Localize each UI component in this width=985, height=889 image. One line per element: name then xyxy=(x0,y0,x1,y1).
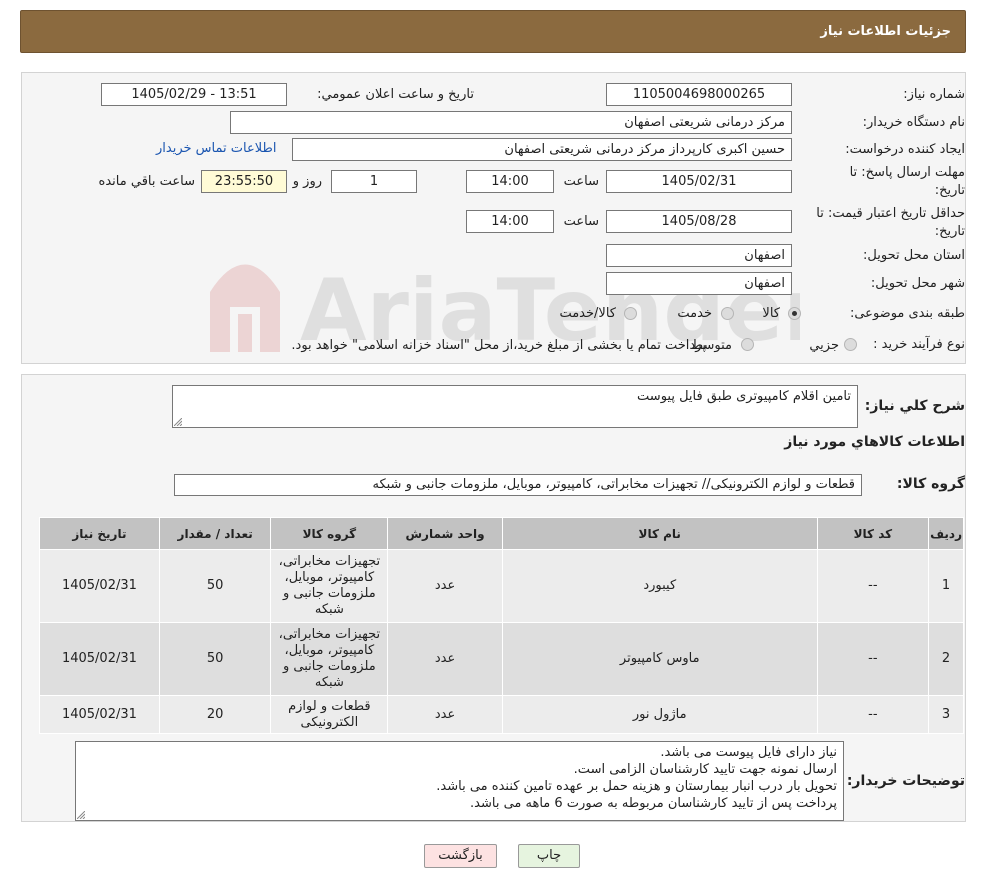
cell-need-date: 1405/02/31 xyxy=(39,549,160,623)
goods-group-label: گروه کالا: xyxy=(896,476,965,492)
category-option-goods: کالا xyxy=(762,306,780,321)
process-radio-medium[interactable] xyxy=(741,338,754,351)
buyer-notes-field[interactable]: نیاز دارای فایل پیوست می باشد. ارسال نمو… xyxy=(75,741,844,821)
category-label: طبقه بندی موضوعی: xyxy=(849,306,965,321)
cell-unit: عدد xyxy=(387,549,503,623)
buyer-org-label: نام دستگاه خريدار: xyxy=(862,115,965,130)
col-need-date: تاريخ نياز xyxy=(39,517,160,550)
table-row: 3 -- ماژول نور عدد قطعات و لوازم الکترون… xyxy=(39,695,964,734)
buyer-note-line: ارسال نمونه جهت تایید کارشناسان الزامی ا… xyxy=(573,762,837,777)
col-goods-name: نام کالا xyxy=(501,517,818,550)
cell-row-number: 3 xyxy=(928,695,964,734)
process-label: نوع فرآيند خريد : xyxy=(873,337,965,352)
validity-label-date: تاریخ: xyxy=(934,224,965,239)
buyer-note-line: نیاز دارای فایل پیوست می باشد. xyxy=(660,745,837,760)
cell-quantity: 50 xyxy=(158,622,272,696)
cell-goods-code: -- xyxy=(816,695,930,734)
category-option-goods-service: کالا/خدمت xyxy=(559,306,616,321)
days-label: روز و xyxy=(292,174,322,189)
table-row: 2 -- ماوس کامپیوتر عدد تجهیزات مخابراتی،… xyxy=(39,622,964,696)
city-field: اصفهان xyxy=(606,272,792,295)
goods-table: رديف کد کالا نام کالا واحد شمارش گروه کا… xyxy=(39,517,964,734)
deadline-label: مهلت ارسال پاسخ: تا xyxy=(849,165,965,180)
need-description-text: تامین اقلام کامپیوتری طبق فایل پیوست xyxy=(637,389,851,404)
need-description-label: شرح کلي نياز: xyxy=(864,398,965,414)
province-label: استان محل تحويل: xyxy=(863,248,965,263)
col-quantity: تعداد / مقدار xyxy=(158,517,272,550)
cell-goods-code: -- xyxy=(816,549,930,623)
cell-unit: عدد xyxy=(387,622,503,696)
creator-field: حسین اکبری کارپرداز مرکز درمانی شریعتی ا… xyxy=(292,138,792,161)
deadline-time-label: ساعت xyxy=(563,174,599,189)
days-remaining-field: 1 xyxy=(331,170,417,193)
announce-date-field: 1405/02/29 - 13:51 xyxy=(101,83,287,106)
category-radio-goods[interactable] xyxy=(788,307,801,320)
cell-goods-name: کیبورد xyxy=(501,549,818,623)
category-radio-service[interactable] xyxy=(721,307,734,320)
col-row-number: رديف xyxy=(928,517,964,550)
deadline-label-date: تاریخ: xyxy=(934,183,965,198)
col-unit: واحد شمارش xyxy=(387,517,503,550)
need-number-field: 1105004698000265 xyxy=(606,83,792,106)
process-payment-note: پرداخت تمام يا بخشی از مبلغ خريد،از محل … xyxy=(291,338,706,353)
buyer-note-line: پرداخت پس از تایید کارشناسان مربوطه به ص… xyxy=(470,796,837,811)
buyer-contact-link[interactable]: اطلاعات تماس خريدار xyxy=(156,141,276,156)
validity-label: حداقل تاريخ اعتبار قيمت: تا xyxy=(816,206,965,221)
cell-goods-group: تجهیزات مخابراتی، کامپیوتر، موبایل، ملزو… xyxy=(270,622,389,696)
cell-goods-name: ماوس کامپیوتر xyxy=(501,622,818,696)
cell-row-number: 2 xyxy=(928,622,964,696)
cell-goods-code: -- xyxy=(816,622,930,696)
cell-goods-group: تجهیزات مخابراتی، کامپیوتر، موبایل، ملزو… xyxy=(270,549,389,623)
print-button[interactable]: چاپ xyxy=(518,844,580,868)
table-row: 1 -- کیبورد عدد تجهیزات مخابراتی، کامپیو… xyxy=(39,549,964,623)
process-radio-small[interactable] xyxy=(844,338,857,351)
province-field: اصفهان xyxy=(606,244,792,267)
resize-grip-icon[interactable] xyxy=(77,811,85,819)
validity-time-label: ساعت xyxy=(563,214,599,229)
buyer-org-field: مرکز درمانی شریعتی اصفهان xyxy=(230,111,792,134)
cell-need-date: 1405/02/31 xyxy=(39,695,160,734)
resize-grip-icon[interactable] xyxy=(174,418,182,426)
validity-time-field: 14:00 xyxy=(466,210,554,233)
col-goods-code: کد کالا xyxy=(816,517,930,550)
need-description-field[interactable]: تامین اقلام کامپیوتری طبق فایل پیوست xyxy=(172,385,858,428)
category-radio-goods-service[interactable] xyxy=(624,307,637,320)
table-header-row: رديف کد کالا نام کالا واحد شمارش گروه کا… xyxy=(39,517,964,550)
need-number-label: شماره نیاز: xyxy=(903,87,965,102)
col-goods-group: گروه کالا xyxy=(270,517,389,550)
category-option-service: خدمت xyxy=(677,306,712,321)
page-title: جزئیات اطلاعات نیاز xyxy=(820,24,951,39)
goods-group-field: قطعات و لوازم الکترونیکی// تجهیزات مخابر… xyxy=(174,474,862,496)
cell-quantity: 50 xyxy=(158,549,272,623)
cell-goods-group: قطعات و لوازم الکترونیکی xyxy=(270,695,389,734)
buyer-notes-label: توضيحات خريدار: xyxy=(846,773,965,789)
cell-row-number: 1 xyxy=(928,549,964,623)
deadline-date-field: 1405/02/31 xyxy=(606,170,792,193)
creator-label: ايجاد کننده درخواست: xyxy=(845,142,965,157)
process-option-small: جزيي xyxy=(809,338,839,353)
announce-date-label: تاریخ و ساعت اعلان عمومي: xyxy=(317,87,474,102)
remaining-time-field: 23:55:50 xyxy=(201,170,287,193)
validity-date-field: 1405/08/28 xyxy=(606,210,792,233)
deadline-time-field: 14:00 xyxy=(466,170,554,193)
cell-quantity: 20 xyxy=(158,695,272,734)
buyer-note-line: تحویل بار درب انبار بیمارستان و هزینه حم… xyxy=(436,779,837,794)
goods-info-title: اطلاعات کالاهاي مورد نياز xyxy=(784,434,965,450)
page-header: جزئیات اطلاعات نیاز xyxy=(20,10,966,53)
cell-goods-name: ماژول نور xyxy=(501,695,818,734)
city-label: شهر محل تحويل: xyxy=(870,276,965,291)
back-button[interactable]: بازگشت xyxy=(424,844,497,868)
cell-need-date: 1405/02/31 xyxy=(39,622,160,696)
cell-unit: عدد xyxy=(387,695,503,734)
remaining-time-label: ساعت باقي مانده xyxy=(98,174,195,189)
